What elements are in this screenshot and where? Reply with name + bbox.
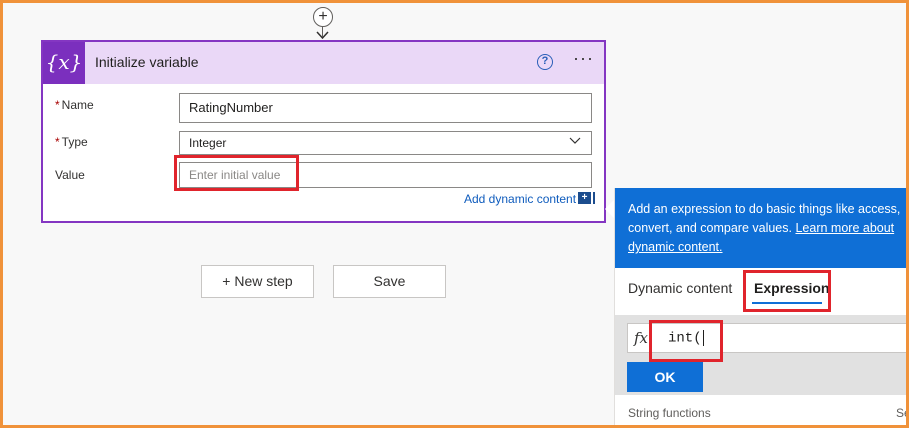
help-icon[interactable]: ? bbox=[537, 54, 553, 70]
canvas: + {x} Initialize variable ? ··· * Name Ra… bbox=[0, 0, 909, 428]
variable-icon: {x} bbox=[43, 42, 85, 84]
add-dynamic-content-link[interactable]: Add dynamic content bbox=[464, 192, 576, 206]
new-step-button[interactable]: + New step bbox=[201, 265, 314, 298]
expression-input-highlight bbox=[649, 320, 723, 362]
type-label: * Type bbox=[55, 135, 88, 149]
dynamic-content-icon[interactable]: + bbox=[578, 192, 591, 204]
type-select[interactable]: Integer bbox=[179, 131, 592, 155]
ok-button[interactable]: OK bbox=[627, 362, 703, 392]
value-label: Value bbox=[55, 168, 85, 182]
card-title: Initialize variable bbox=[95, 54, 199, 70]
tab-dynamic-content[interactable]: Dynamic content bbox=[628, 280, 732, 296]
value-input-highlight bbox=[174, 155, 299, 191]
function-icon: fx bbox=[634, 329, 649, 347]
see-more-link[interactable]: Se bbox=[896, 406, 906, 420]
chevron-down-icon bbox=[569, 137, 581, 144]
name-input[interactable]: RatingNumber bbox=[179, 93, 592, 123]
name-input-value: RatingNumber bbox=[189, 100, 273, 115]
type-select-value: Integer bbox=[189, 136, 227, 150]
name-label-text: Name bbox=[61, 98, 94, 112]
string-functions-heading: String functions bbox=[628, 406, 711, 420]
expression-tab-highlight bbox=[743, 270, 831, 312]
insert-step-plus-icon[interactable]: + bbox=[313, 7, 333, 27]
initialize-variable-card: {x} Initialize variable ? ··· * Name Rati… bbox=[41, 40, 606, 223]
save-button[interactable]: Save bbox=[333, 265, 446, 298]
name-label: * Name bbox=[55, 98, 94, 112]
type-label-text: Type bbox=[61, 135, 88, 149]
more-options-icon[interactable]: ··· bbox=[573, 48, 594, 69]
required-marker: * bbox=[55, 98, 60, 112]
info-banner: Add an expression to do basic things lik… bbox=[615, 188, 906, 268]
card-header[interactable]: {x} Initialize variable ? ··· bbox=[43, 42, 604, 84]
dynamic-content-icon-bar bbox=[593, 192, 595, 204]
required-marker: * bbox=[55, 135, 60, 149]
connector-line bbox=[322, 27, 323, 37]
